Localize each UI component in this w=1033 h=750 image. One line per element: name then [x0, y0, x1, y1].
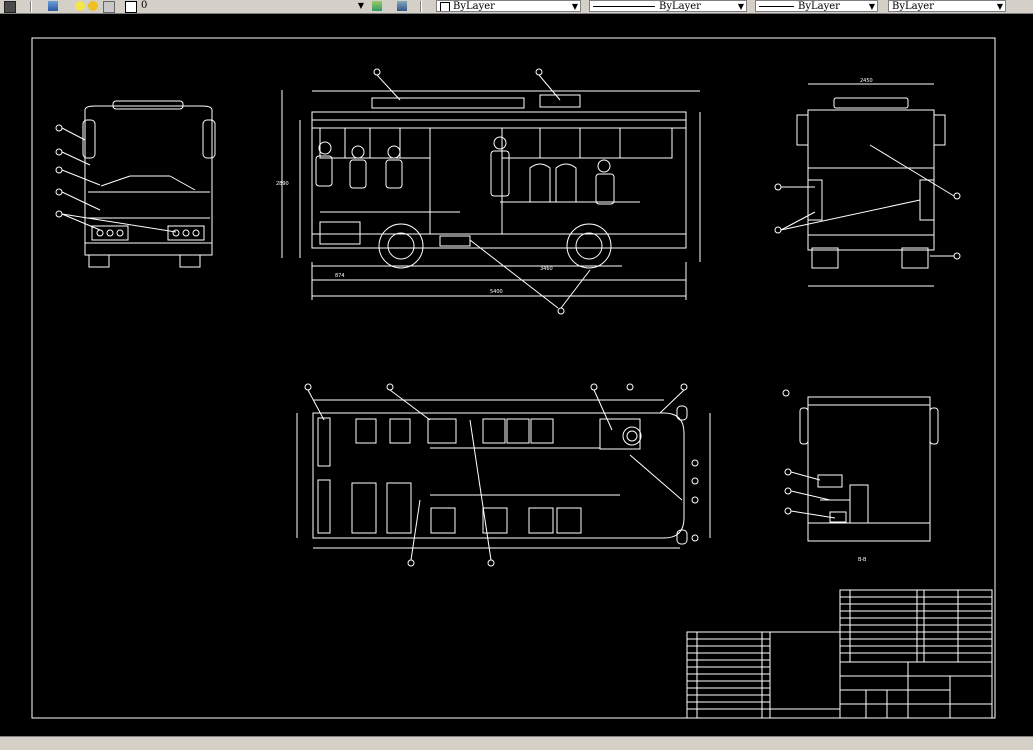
color-swatch-icon[interactable] [125, 1, 137, 13]
layer-states-icon[interactable] [48, 1, 58, 11]
dim-rear-width: 2450 [860, 78, 873, 84]
front-view [55, 100, 216, 268]
chevron-down-icon: ▼ [357, 1, 364, 10]
title-block [686, 589, 993, 719]
lock-icon[interactable] [103, 1, 115, 13]
linetype-preview [593, 6, 655, 7]
lineweight-preview [759, 6, 794, 7]
plotstyle-dropdown[interactable]: ByLayer ▼ [888, 0, 1006, 12]
toolbar-separator [30, 1, 32, 12]
lineweight-value: ByLayer [798, 1, 840, 12]
plan-view [296, 383, 711, 567]
sun-icon[interactable] [88, 1, 98, 11]
plotstyle-value: ByLayer [892, 1, 934, 12]
layer-name: 0 [141, 0, 148, 11]
chevron-down-icon: ▼ [737, 2, 744, 11]
linetype-dropdown[interactable]: ByLayer ▼ [589, 0, 747, 12]
layer-dropdown[interactable]: 0 ▼ [138, 0, 366, 12]
properties-toolbar: 0 ▼ ByLayer ▼ ByLayer ▼ ByLayer ▼ ByLaye… [0, 0, 1033, 14]
linetype-value: ByLayer [659, 1, 701, 12]
cad-drawing: 874 3460 5400 2890 2450 B-B [31, 37, 996, 719]
color-value: ByLayer [453, 1, 495, 12]
dim-total-length: 5400 [490, 289, 503, 295]
side-view: 874 3460 5400 2890 [276, 68, 701, 315]
section-label: B-B [858, 557, 867, 563]
color-dropdown[interactable]: ByLayer ▼ [436, 0, 581, 12]
section-view: B-B [782, 389, 939, 563]
layer-previous-icon[interactable] [397, 1, 407, 11]
dim-front-overhang: 874 [335, 273, 345, 279]
lineweight-dropdown[interactable]: ByLayer ▼ [755, 0, 878, 12]
drawing-canvas[interactable]: 874 3460 5400 2890 2450 B-B [0, 14, 1033, 736]
make-current-layer-icon[interactable] [372, 1, 382, 11]
layer-manager-icon[interactable] [4, 1, 16, 13]
chevron-down-icon: ▼ [996, 2, 1003, 11]
dim-wheelbase: 3460 [540, 266, 553, 272]
dim-height: 2890 [276, 181, 289, 187]
horizontal-scrollbar[interactable] [0, 736, 1033, 750]
chevron-down-icon: ▼ [868, 2, 875, 11]
toolbar-separator [420, 1, 422, 12]
drawing-frame [31, 37, 996, 719]
chevron-down-icon: ▼ [571, 2, 578, 11]
color-square-icon [440, 1, 450, 11]
lightbulb-icon[interactable] [75, 1, 85, 11]
rear-view: 2450 [774, 78, 961, 287]
